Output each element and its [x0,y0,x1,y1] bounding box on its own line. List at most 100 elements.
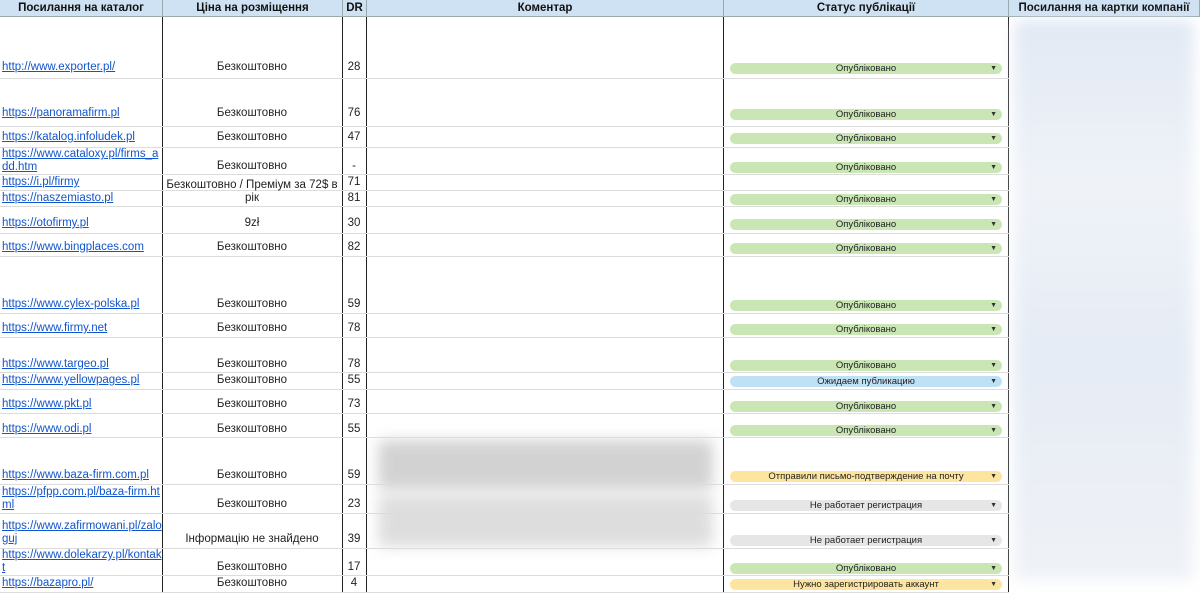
redacted-comment-block [378,440,713,490]
chevron-down-icon[interactable]: ▼ [990,63,997,74]
chevron-down-icon[interactable]: ▼ [990,133,997,144]
chevron-down-icon[interactable]: ▼ [990,376,997,387]
status-label: Опубліковано [835,360,897,371]
chevron-down-icon[interactable]: ▼ [990,579,997,590]
catalog-link[interactable]: https://otofirmy.pl [2,217,162,230]
dr-value: - [352,160,356,172]
dr-value: 28 [347,61,361,73]
header-dr[interactable]: DR [343,0,367,17]
status-dropdown[interactable]: Опубліковано ▼ [730,109,1002,120]
status-dropdown[interactable]: Не работает регистрация ▼ [730,500,1002,511]
status-dropdown[interactable]: Отправили письмо-подтверждение на почту ▼ [730,471,1002,482]
status-dropdown[interactable]: Нужно зарегистрировать аккаунт ▼ [730,579,1002,590]
dr-value: 55 [347,423,361,435]
dr-value: 59 [347,298,361,310]
status-label: Опубліковано [835,162,897,173]
status-dropdown[interactable]: Опубліковано ▼ [730,300,1002,311]
row-divider [0,233,1009,234]
status-label: Опубліковано [835,425,897,436]
catalog-link[interactable]: https://www.bingplaces.com [2,241,162,254]
status-dropdown[interactable]: Опубліковано ▼ [730,63,1002,74]
price-cell: Безкоштовно [216,322,288,334]
status-dropdown[interactable]: Опубліковано ▼ [730,360,1002,371]
chevron-down-icon[interactable]: ▼ [990,162,997,173]
price-cell: Безкоштовно [216,498,288,510]
price-cell: 9zł [244,217,260,229]
status-label: Опубліковано [835,563,897,574]
chevron-down-icon[interactable]: ▼ [990,535,997,546]
status-label: Опубліковано [835,324,897,335]
catalog-link[interactable]: https://www.zafirmowani.pl/zaloguj [2,520,162,546]
dr-value: 23 [347,498,361,510]
status-dropdown[interactable]: Опубліковано ▼ [730,194,1002,205]
row-divider [0,126,1009,127]
status-dropdown[interactable]: Ожидаем публикацию ▼ [730,376,1002,387]
catalog-link[interactable]: https://www.cylex-polska.pl [2,298,162,311]
catalog-link[interactable]: https://pfpp.com.pl/baza-firm.html [2,486,162,512]
catalog-link[interactable]: https://www.targeo.pl [2,358,162,371]
status-label: Ожидаем публикацию [817,376,915,387]
status-dropdown[interactable]: Опубліковано ▼ [730,162,1002,173]
dr-value: 73 [347,398,361,410]
status-dropdown[interactable]: Опубліковано ▼ [730,219,1002,230]
row-divider [0,413,1009,414]
chevron-down-icon[interactable]: ▼ [990,194,997,205]
chevron-down-icon[interactable]: ▼ [990,563,997,574]
dr-value: 71 [347,176,361,188]
catalog-link[interactable]: https://www.cataloxy.pl/firms_add.htm [2,148,162,174]
status-dropdown[interactable]: Опубліковано ▼ [730,133,1002,144]
column-divider [723,17,724,593]
row-divider [0,256,1009,257]
status-label: Опубліковано [835,219,897,230]
status-dropdown[interactable]: Опубліковано ▼ [730,425,1002,436]
row-divider [0,174,1009,175]
price-cell: Безкоштовно [216,131,288,143]
status-dropdown[interactable]: Опубліковано ▼ [730,401,1002,412]
catalog-link[interactable]: http://www.exporter.pl/ [2,61,162,74]
catalog-link[interactable]: https://bazapro.pl/ [2,577,162,590]
catalog-link[interactable]: https://www.pkt.pl [2,398,162,411]
price-cell: Безкоштовно / Преміум за 72$ в рік [166,179,338,204]
catalog-link[interactable]: https://i.pl/firmy [2,176,162,189]
status-dropdown[interactable]: Опубліковано ▼ [730,243,1002,254]
price-cell: Безкоштовно [216,358,288,370]
chevron-down-icon[interactable]: ▼ [990,300,997,311]
status-dropdown[interactable]: Опубліковано ▼ [730,324,1002,335]
chevron-down-icon[interactable]: ▼ [990,324,997,335]
status-label: Отправили письмо-подтверждение на почту [768,471,964,482]
catalog-link[interactable]: https://www.baza-firm.com.pl [2,469,162,482]
chevron-down-icon[interactable]: ▼ [990,219,997,230]
row-divider [0,337,1009,338]
dr-value: 39 [347,533,361,545]
spreadsheet: Посилання на каталог Ціна на розміщення … [0,0,1200,593]
price-cell: Безкоштовно [216,577,288,589]
chevron-down-icon[interactable]: ▼ [990,360,997,371]
catalog-link[interactable]: https://www.firmy.net [2,322,162,335]
catalog-link[interactable]: https://naszemiasto.pl [2,192,162,205]
header-comment[interactable]: Коментар [367,0,724,17]
chevron-down-icon[interactable]: ▼ [990,425,997,436]
status-label: Не работает регистрация [809,500,923,511]
status-dropdown[interactable]: Не работает регистрация ▼ [730,535,1002,546]
chevron-down-icon[interactable]: ▼ [990,471,997,482]
header-company-card-link[interactable]: Посилання на картки компанії [1009,0,1200,17]
catalog-link[interactable]: https://www.yellowpages.pl [2,374,162,387]
catalog-link[interactable]: https://katalog.infoludek.pl [2,131,162,144]
header-price[interactable]: Ціна на розміщення [163,0,343,17]
catalog-link[interactable]: https://panoramafirm.pl [2,107,162,120]
price-cell: Безкоштовно [216,398,288,410]
header-catalog-link[interactable]: Посилання на каталог [0,0,163,17]
catalog-link[interactable]: https://www.odi.pl [2,423,162,436]
status-dropdown[interactable]: Опубліковано ▼ [730,563,1002,574]
chevron-down-icon[interactable]: ▼ [990,243,997,254]
status-label: Опубліковано [835,194,897,205]
dr-value: 47 [347,131,361,143]
chevron-down-icon[interactable]: ▼ [990,401,997,412]
price-cell: Безкоштовно [216,561,288,573]
price-cell: Інформацію не знайдено [185,533,319,545]
header-status[interactable]: Статус публікації [724,0,1009,17]
chevron-down-icon[interactable]: ▼ [990,109,997,120]
redacted-company-cards [1014,20,1194,580]
catalog-link[interactable]: https://www.dolekarzy.pl/kontakt [2,549,162,575]
chevron-down-icon[interactable]: ▼ [990,500,997,511]
